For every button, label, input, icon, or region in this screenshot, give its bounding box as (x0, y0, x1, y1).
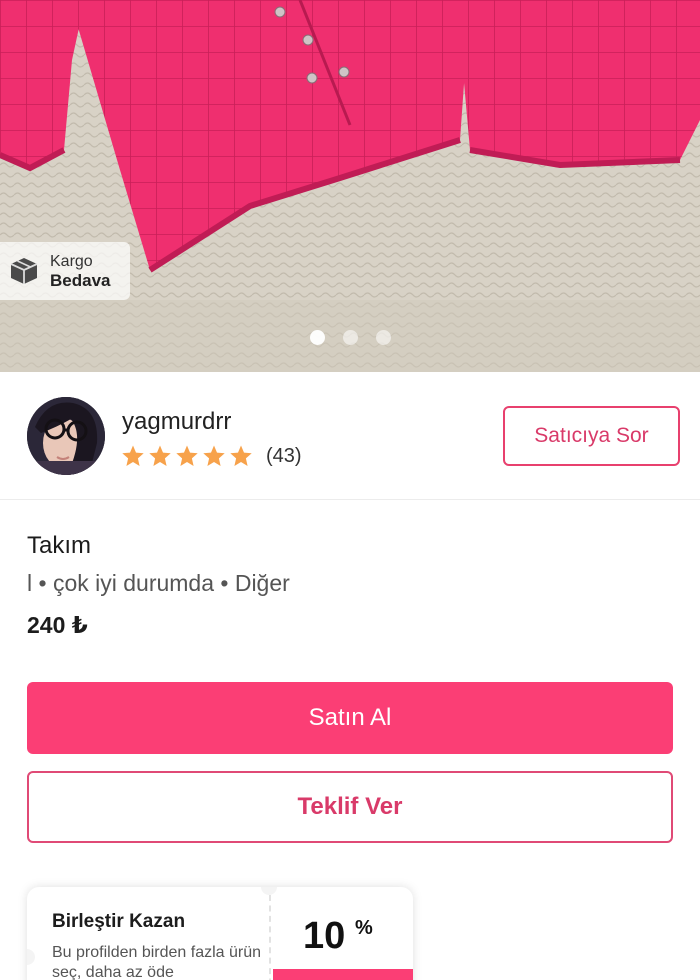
star-icon (203, 445, 225, 466)
make-offer-button[interactable]: Teklif Ver (27, 771, 673, 843)
star-icon (176, 445, 198, 466)
carousel-dot-1[interactable] (309, 330, 325, 345)
product-price: 240 ₺ (27, 612, 88, 638)
star-icon (230, 445, 252, 466)
promo-percent-sign: % (355, 917, 373, 939)
promo-title: Birleştir Kazan (52, 911, 186, 932)
seller-username[interactable]: yagmurdrr (122, 408, 231, 436)
promo-accent-strip (273, 969, 413, 980)
star-icon (122, 445, 144, 466)
badge-line-1: Kargo (50, 253, 93, 270)
carousel-dot-3[interactable] (375, 330, 391, 345)
free-shipping-badge: Kargo Bedava (0, 242, 130, 300)
carousel-indicators (0, 330, 700, 345)
promo-info: Birleştir Kazan Bu profilden birden fazl… (27, 887, 267, 980)
buy-now-button[interactable]: Satın Al (27, 682, 673, 754)
product-meta: l • çok iyi durumda • Diğer (27, 570, 290, 596)
ask-seller-button[interactable]: Satıcıya Sor (503, 406, 680, 466)
badge-line-2: Bedava (50, 271, 111, 290)
promo-percent: 10 (303, 915, 346, 957)
seller-row: yagmurdrr (43) Satıcıya Sor (0, 372, 700, 500)
avatar-image (27, 397, 105, 475)
promo-description: Bu profilden birden fazla ürün seç, daha… (52, 944, 262, 980)
bundle-promo-card[interactable]: Birleştir Kazan Bu profilden birden fazl… (27, 887, 413, 980)
seller-avatar[interactable] (27, 397, 105, 475)
product-title: Takım (27, 532, 92, 559)
product-image-carousel[interactable]: Kargo Bedava (0, 0, 700, 372)
review-count: (43) (266, 444, 302, 467)
carousel-dot-2[interactable] (342, 330, 358, 345)
seller-rating[interactable]: (43) (121, 444, 302, 468)
product-photo (0, 0, 700, 372)
promo-divider (269, 895, 271, 980)
star-icon (149, 445, 171, 466)
package-box-icon (10, 258, 38, 284)
promo-discount: 10 % (273, 887, 413, 980)
